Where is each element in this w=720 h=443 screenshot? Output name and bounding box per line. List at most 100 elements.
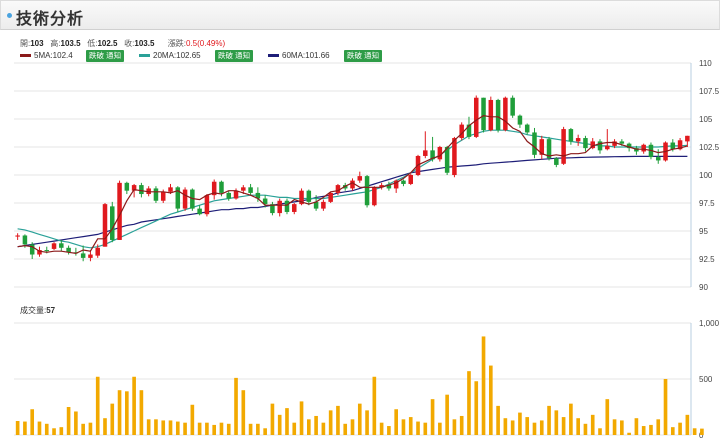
price-tick-label: 97.5 xyxy=(699,199,715,208)
candle-body xyxy=(168,187,173,192)
candle-body xyxy=(437,147,443,160)
candle-body xyxy=(51,243,57,249)
volume-bar xyxy=(197,422,202,435)
volume-bar xyxy=(314,415,318,435)
volume-bar xyxy=(59,427,64,435)
volume-bar xyxy=(205,422,209,435)
volume-bar xyxy=(110,403,115,435)
volume-bar xyxy=(321,422,326,435)
candle-body xyxy=(328,192,333,202)
volume-bar xyxy=(226,423,231,435)
volume-bar xyxy=(452,419,457,435)
candle-body xyxy=(102,204,108,247)
candle-body xyxy=(488,99,494,131)
volume-bar xyxy=(161,420,166,435)
price-tick-label: 100 xyxy=(699,171,713,180)
volume-bar xyxy=(569,403,573,435)
price-tick-label: 102.5 xyxy=(699,143,720,152)
candle-body xyxy=(372,187,377,206)
volume-bar xyxy=(168,420,173,435)
volume-bar xyxy=(234,377,238,435)
candle-body xyxy=(95,247,100,256)
candle-body xyxy=(219,181,224,193)
volume-bar xyxy=(336,405,340,435)
candle-body xyxy=(583,138,588,149)
volume-bar xyxy=(590,414,595,435)
candle-body xyxy=(139,185,144,195)
candle-body xyxy=(597,141,603,151)
volume-bar xyxy=(95,376,100,435)
price-tick-label: 107.5 xyxy=(699,87,720,96)
volume-bar xyxy=(518,412,522,435)
volume-bar xyxy=(154,419,158,435)
candle-body xyxy=(685,135,690,142)
volume-bar xyxy=(401,419,406,435)
volume-bar xyxy=(23,421,27,435)
candle-body xyxy=(241,187,246,191)
volume-bar xyxy=(459,415,464,435)
candle-body xyxy=(248,187,253,193)
candle-body xyxy=(619,141,625,144)
candle-body xyxy=(655,157,661,161)
candle-body xyxy=(510,97,515,116)
price-tick-label: 90 xyxy=(699,283,708,292)
candle-body xyxy=(124,182,130,191)
candle-body xyxy=(401,180,406,184)
candle-body xyxy=(605,145,610,150)
price-tick-label: 110 xyxy=(699,59,712,68)
volume-bar xyxy=(467,371,471,435)
volume-bar xyxy=(328,410,333,435)
volume-bar xyxy=(416,421,420,435)
volume-bar xyxy=(663,379,668,435)
price-volume-chart: 110107.5105102.510097.59592.5901,0005000 xyxy=(14,59,720,440)
candle-body xyxy=(44,250,50,252)
volume-bar xyxy=(125,391,129,435)
volume-bar xyxy=(270,403,275,435)
candle-body xyxy=(473,97,479,137)
candle-body xyxy=(284,200,290,212)
volume-bar xyxy=(52,428,56,435)
volume-bar xyxy=(350,419,355,435)
candle-body xyxy=(306,190,312,202)
candle-body xyxy=(321,201,326,209)
volume-bar xyxy=(256,423,260,435)
candle-body xyxy=(532,132,537,155)
candle-body xyxy=(22,235,28,245)
volume-bar xyxy=(620,420,624,435)
volume-bar xyxy=(15,421,20,435)
volume-bar xyxy=(88,422,93,435)
volume-bar xyxy=(146,419,151,435)
volume-bar xyxy=(219,422,224,435)
candle-body xyxy=(452,138,457,175)
volume-bar xyxy=(510,420,515,435)
volume-bar xyxy=(583,423,588,435)
candle-body xyxy=(503,97,508,131)
volume-bar xyxy=(372,376,377,435)
candle-body xyxy=(641,144,646,152)
volume-bar xyxy=(183,422,187,435)
volume-bar xyxy=(343,423,348,435)
volume-bar xyxy=(612,419,617,435)
candle-body xyxy=(59,243,64,248)
volume-bar xyxy=(692,428,697,435)
volume-bar xyxy=(423,422,428,435)
candle-body xyxy=(204,195,210,215)
candle-body xyxy=(444,147,450,173)
price-tick-label: 95 xyxy=(699,227,708,236)
candle-body xyxy=(80,253,86,258)
volume-bar xyxy=(379,422,384,435)
volume-bar xyxy=(103,418,107,435)
volume-bar xyxy=(387,426,391,435)
candle-body xyxy=(233,190,239,199)
volume-bar xyxy=(474,381,479,435)
volume-bar xyxy=(438,422,442,435)
volume-bar xyxy=(66,407,71,435)
volume-bar xyxy=(445,394,449,435)
price-tick-label: 105 xyxy=(699,115,713,124)
candle-body xyxy=(423,150,428,156)
candle-body xyxy=(182,189,188,209)
volume-bar xyxy=(627,432,631,435)
candle-body xyxy=(277,200,282,214)
candle-body xyxy=(481,97,486,131)
volume-bar xyxy=(175,421,180,435)
